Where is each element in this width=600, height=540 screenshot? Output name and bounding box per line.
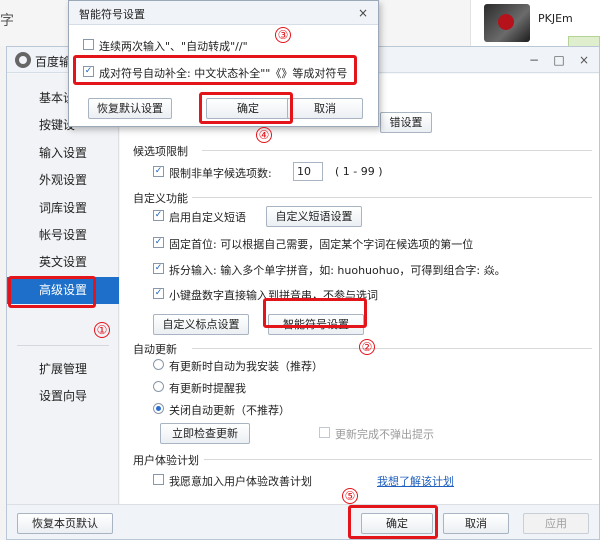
- dialog-cancel-button[interactable]: 取消: [287, 98, 363, 119]
- limit-candidates-checkbox[interactable]: ✓: [153, 166, 164, 177]
- dialog-title-bar: 智能符号设置 ×: [69, 1, 378, 25]
- highlight-dialog-ok: [199, 92, 293, 124]
- step-number-5: ⑤: [342, 488, 358, 504]
- sidebar-item-appearance[interactable]: 外观设置: [7, 167, 119, 194]
- limit-candidates-label: 限制非单字候选项数:: [169, 167, 272, 180]
- maximize-button[interactable]: □: [548, 50, 570, 70]
- custom-phrase-label: 启用自定义短语: [169, 211, 246, 224]
- minimize-button[interactable]: −: [523, 50, 545, 70]
- section-title-auto-update: 自动更新: [133, 343, 177, 356]
- sidebar-item-account[interactable]: 帐号设置: [7, 222, 119, 249]
- custom-phrase-settings-button[interactable]: 自定义短语设置: [266, 206, 362, 227]
- profile-thumbnail: [484, 4, 530, 42]
- update-notify-radio[interactable]: [153, 381, 164, 392]
- profile-username: PKJEm: [538, 12, 573, 25]
- section-divider: [192, 197, 592, 198]
- step-number-2: ②: [359, 339, 375, 355]
- section-divider: [192, 348, 592, 349]
- highlight-advanced-tab: [8, 276, 96, 308]
- step-number-3: ③: [275, 27, 291, 43]
- limit-range-label: ( 1 - 99 ): [335, 165, 383, 178]
- window-title: 百度输: [35, 55, 72, 69]
- update-disable-radio[interactable]: [153, 403, 164, 414]
- double-input-label: 连续两次输入"、"自动转成"//": [99, 40, 248, 53]
- step-number-4: ④: [256, 127, 272, 143]
- bottom-bar: 恢复本页默认 确定 取消 应用: [7, 504, 599, 539]
- split-input-label: 拆分输入: 输入多个单字拼音，如: huohuohuo，可得到组合字: 焱。: [169, 264, 506, 277]
- highlight-ok-button: [348, 505, 438, 539]
- sidebar-item-input[interactable]: 输入设置: [7, 140, 119, 167]
- no-popup-checkbox[interactable]: [319, 427, 330, 438]
- sidebar-item-extensions[interactable]: 扩展管理: [7, 356, 119, 383]
- close-button[interactable]: ×: [573, 50, 595, 70]
- restore-page-defaults-button[interactable]: 恢复本页默认: [17, 513, 113, 534]
- ux-plan-checkbox[interactable]: [153, 474, 164, 485]
- custom-punctuation-button[interactable]: 自定义标点设置: [153, 314, 249, 335]
- sidebar-divider: [17, 345, 109, 346]
- sidebar-item-english[interactable]: 英文设置: [7, 249, 119, 276]
- step-number-1: ①: [94, 322, 110, 338]
- fixed-first-checkbox[interactable]: ✓: [153, 237, 164, 248]
- highlight-smart-symbol-button: [263, 298, 367, 328]
- update-auto-install-label: 有更新时自动为我安装（推荐）: [169, 360, 323, 373]
- custom-phrase-checkbox[interactable]: ✓: [153, 210, 164, 221]
- update-disable-label: 关闭自动更新（不推荐）: [169, 404, 290, 417]
- section-divider: [204, 459, 592, 460]
- split-input-checkbox[interactable]: ✓: [153, 263, 164, 274]
- apply-button[interactable]: 应用: [523, 513, 589, 534]
- partial-settings-button[interactable]: 错设置: [380, 112, 432, 133]
- advanced-settings-pane: 错设置 候选项限制 ✓ 限制非单字候选项数: 10 ( 1 - 99 ) 自定义…: [120, 74, 599, 504]
- ux-plan-label: 我愿意加入用户体验改善计划: [169, 475, 312, 488]
- section-title-candidates: 候选项限制: [133, 145, 188, 158]
- ux-plan-learn-link[interactable]: 我想了解该计划: [377, 473, 454, 489]
- check-update-now-button[interactable]: 立即检查更新: [160, 423, 250, 444]
- update-auto-install-radio[interactable]: [153, 359, 164, 370]
- limit-candidates-input[interactable]: 10: [293, 162, 323, 181]
- section-title-custom: 自定义功能: [133, 192, 188, 205]
- dialog-close-button[interactable]: ×: [353, 3, 373, 23]
- dialog-restore-defaults-button[interactable]: 恢复默认设置: [88, 98, 172, 119]
- sidebar-item-dictionary[interactable]: 词库设置: [7, 195, 119, 222]
- cancel-button[interactable]: 取消: [443, 513, 509, 534]
- update-notify-label: 有更新时提醒我: [169, 382, 246, 395]
- double-input-checkbox[interactable]: [83, 39, 94, 50]
- dialog-title: 智能符号设置: [79, 8, 145, 21]
- section-title-ux-plan: 用户体验计划: [133, 454, 199, 467]
- fixed-first-label: 固定首位: 可以根据自己需要，固定某个字词在候选项的第一位: [169, 238, 474, 251]
- gear-icon: [15, 52, 31, 68]
- section-divider: [202, 150, 592, 151]
- sidebar-item-wizard[interactable]: 设置向导: [7, 383, 119, 410]
- no-popup-label: 更新完成不弹出提示: [335, 428, 434, 441]
- background-text: 字: [0, 13, 14, 29]
- highlight-pair-autocomplete: [73, 55, 357, 85]
- keypad-digits-checkbox[interactable]: ✓: [153, 288, 164, 299]
